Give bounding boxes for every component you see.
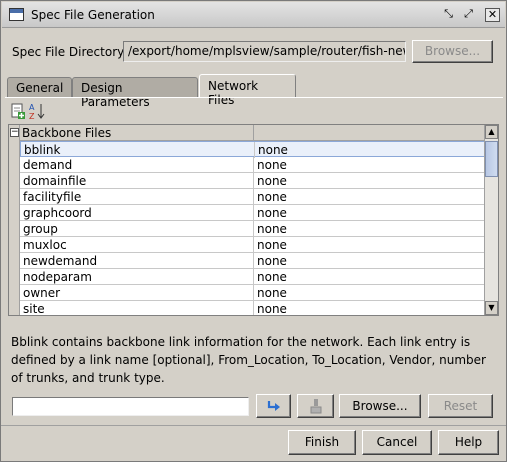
table-rows: bblink none demand none domainfile none fac…: [20, 141, 485, 316]
file-name-cell: domainfile: [23, 174, 87, 188]
spec-file-generation-window: Spec File Generation ⤡ ⤢ ✕ Spec File Dir…: [0, 0, 507, 462]
file-description: Bblink contains backbone link informatio…: [11, 335, 486, 385]
table-row[interactable]: bblink none: [20, 141, 485, 158]
group-label: Backbone Files: [22, 126, 112, 140]
scroll-thumb[interactable]: [485, 141, 498, 177]
table-row[interactable]: group none: [20, 221, 485, 237]
table-row[interactable]: demand none: [20, 157, 485, 173]
cancel-button[interactable]: Cancel: [362, 430, 432, 455]
file-name-cell: bblink: [24, 143, 61, 157]
file-name-cell: muxloc: [23, 238, 67, 252]
spec-dir-browse-button[interactable]: Browse...: [412, 40, 493, 63]
spec-dir-label: Spec File Directory:: [12, 45, 128, 59]
window-icon: [9, 8, 24, 21]
file-path-input[interactable]: [12, 397, 249, 416]
file-value-cell[interactable]: none: [257, 238, 287, 252]
file-name-cell: group: [23, 222, 58, 236]
title-bar[interactable]: Spec File Generation ⤡ ⤢ ✕: [2, 2, 505, 28]
row-header-column: −: [9, 125, 20, 315]
file-value-cell[interactable]: none: [257, 174, 287, 188]
group-row-backbone-files[interactable]: Backbone Files: [20, 125, 485, 141]
window-title: Spec File Generation: [31, 8, 155, 22]
network-files-table[interactable]: − Backbone Files bblink none demand none d…: [8, 124, 499, 316]
file-value-cell[interactable]: none: [257, 158, 287, 172]
help-button[interactable]: Help: [438, 430, 499, 455]
spec-dir-field[interactable]: /export/home/mplsview/sample/router/fish…: [123, 41, 406, 62]
table-row[interactable]: graphcoord none: [20, 205, 485, 221]
scroll-up-icon[interactable]: ▲: [485, 125, 498, 139]
tab-design-parameters[interactable]: Design Parameters: [72, 77, 198, 109]
close-icon[interactable]: ✕: [485, 8, 500, 22]
file-name-cell: site: [23, 302, 45, 316]
table-row[interactable]: facilityfile none: [20, 189, 485, 205]
collapse-icon[interactable]: −: [10, 128, 19, 137]
file-name-cell: owner: [23, 286, 61, 300]
file-value-cell[interactable]: none: [257, 286, 287, 300]
table-row[interactable]: muxloc none: [20, 237, 485, 253]
apply-button[interactable]: [256, 394, 291, 418]
file-value-cell[interactable]: none: [257, 222, 287, 236]
maximize-icon[interactable]: ⤢: [461, 8, 476, 22]
reset-button[interactable]: Reset: [428, 394, 493, 418]
brush-icon: [310, 399, 321, 414]
table-row[interactable]: site none: [20, 301, 485, 316]
file-value-cell[interactable]: none: [257, 302, 287, 315]
tab-network-files[interactable]: Network Files: [199, 74, 296, 107]
scroll-down-icon[interactable]: ▼: [485, 301, 498, 315]
file-name-cell: facilityfile: [23, 190, 82, 204]
table-row[interactable]: domainfile none: [20, 173, 485, 189]
apply-arrow-icon: [267, 401, 280, 411]
file-name-cell: graphcoord: [23, 206, 92, 220]
table-row[interactable]: newdemand none: [20, 253, 485, 269]
table-row[interactable]: nodeparam none: [20, 269, 485, 285]
file-browse-button[interactable]: Browse...: [339, 394, 421, 418]
svg-text:A: A: [29, 103, 35, 112]
file-value-cell[interactable]: none: [257, 190, 287, 204]
new-file-icon[interactable]: [9, 102, 27, 120]
table-row[interactable]: owner none: [20, 285, 485, 301]
file-value-cell[interactable]: none: [258, 143, 288, 157]
tab-general[interactable]: General: [7, 77, 72, 97]
file-value-cell[interactable]: none: [257, 254, 287, 268]
finish-button[interactable]: Finish: [288, 430, 356, 455]
sort-az-icon[interactable]: A Z: [28, 102, 46, 120]
footer-divider: [1, 425, 506, 426]
table-scrollbar[interactable]: ▲ ▼: [484, 125, 498, 315]
file-name-cell: nodeparam: [23, 270, 92, 284]
clear-button[interactable]: [297, 394, 334, 418]
svg-text:Z: Z: [29, 112, 35, 120]
file-value-cell[interactable]: none: [257, 270, 287, 284]
file-name-cell: demand: [23, 158, 73, 172]
file-value-cell[interactable]: none: [257, 206, 287, 220]
file-name-cell: newdemand: [23, 254, 98, 268]
minimize-icon[interactable]: ⤡: [441, 8, 456, 22]
